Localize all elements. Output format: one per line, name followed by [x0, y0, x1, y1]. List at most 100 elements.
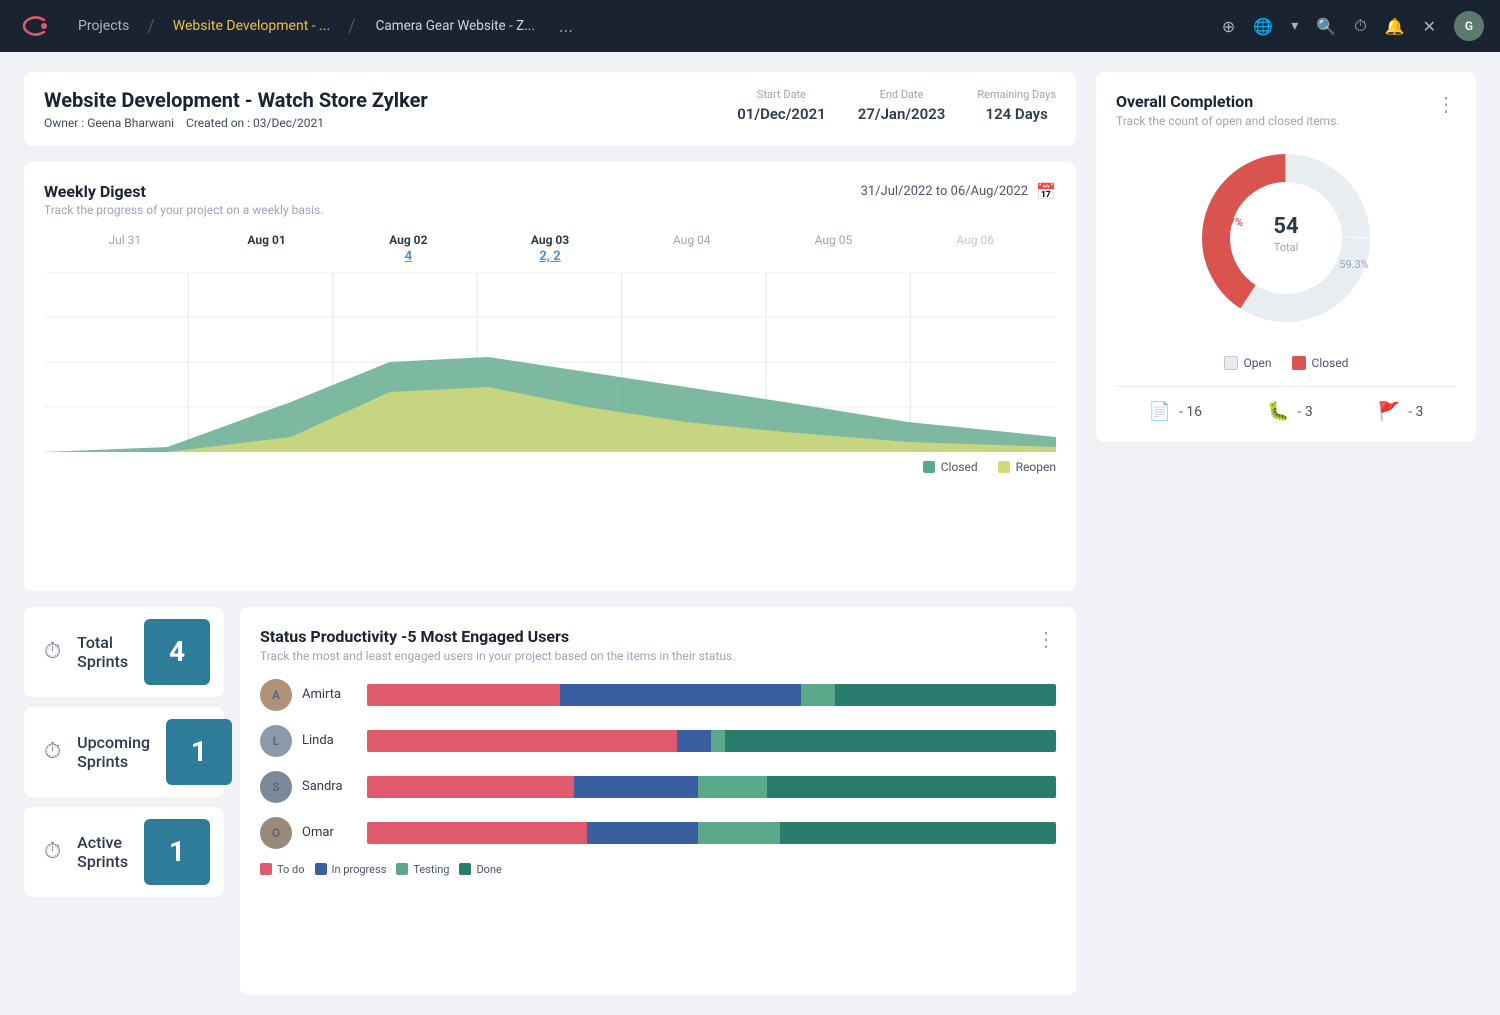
- globe-icon[interactable]: 🌐: [1253, 17, 1273, 36]
- legend-closed: Closed: [923, 460, 978, 474]
- bar-segment: [711, 730, 725, 752]
- productivity-title: Status Productivity -5 Most Engaged User…: [260, 627, 735, 646]
- active-sprints-icon: ⏱: [44, 839, 61, 864]
- add-icon[interactable]: ⊕: [1222, 17, 1235, 36]
- active-sprints-label: Active Sprints: [77, 833, 128, 871]
- prod-legend-item-0: To do: [260, 863, 305, 876]
- sprint-card-active: ⏱ Active Sprints 1: [24, 807, 224, 897]
- bar-segment: [725, 730, 1056, 752]
- user-icon[interactable]: ▾: [1291, 18, 1298, 34]
- bar-segment: [367, 822, 587, 844]
- prod-legend-label-3: Done: [476, 863, 501, 876]
- bar-segment: [587, 822, 697, 844]
- project-title: Website Development - Watch Store Zylker: [44, 88, 428, 112]
- productivity-header: Status Productivity -5 Most Engaged User…: [260, 627, 1056, 663]
- reopen-legend-label: Reopen: [1016, 460, 1056, 474]
- bar-segment: [698, 776, 767, 798]
- search-icon[interactable]: 🔍: [1316, 17, 1336, 36]
- prod-legend-label-0: To do: [277, 863, 305, 876]
- left-column: Website Development - Watch Store Zylker…: [24, 72, 1076, 995]
- stat-flag-icon: 🚩: [1378, 401, 1400, 422]
- owner-name: Geena Bharwani: [87, 116, 174, 130]
- open-label: Open: [1244, 356, 1272, 370]
- user-avatar[interactable]: G: [1454, 11, 1484, 41]
- completion-stats: 📄 - 16 🐛 - 3 🚩 - 3: [1116, 386, 1456, 422]
- end-date-label: End Date: [858, 88, 946, 101]
- stat-doc-icon: 📄: [1149, 401, 1171, 422]
- chart-date-jul31: Jul 31: [54, 233, 196, 264]
- productivity-more-icon[interactable]: ⋮: [1036, 627, 1056, 651]
- nav-tab2[interactable]: Camera Gear Website - Z...: [360, 12, 551, 40]
- bell-icon[interactable]: 🔔: [1385, 17, 1405, 36]
- topnav: Projects / Website Development - ... / C…: [0, 0, 1500, 52]
- legend-reopen: Reopen: [998, 460, 1056, 474]
- stat-3-value: - 3: [1408, 404, 1423, 420]
- chart-date-aug04: Aug 04: [621, 233, 763, 264]
- digest-header: Weekly Digest Track the progress of your…: [44, 182, 1056, 217]
- prod-legend-item-2: Testing: [396, 863, 449, 876]
- completion-subtitle: Track the count of open and closed items…: [1116, 114, 1339, 128]
- start-date-value: 01/Dec/2021: [737, 105, 826, 123]
- created-label: Created on :: [186, 116, 250, 130]
- svg-text:Total: Total: [1274, 241, 1299, 254]
- end-date-value: 27/Jan/2023: [858, 105, 946, 123]
- upcoming-sprints-count: 1: [166, 719, 232, 785]
- sprints-section: ⏱ Total Sprints 4 ⏱ Upcoming Sprints 1 ⏱…: [24, 607, 224, 996]
- sprint-card-upcoming: ⏱ Upcoming Sprints 1: [24, 707, 224, 797]
- bar-segment: [367, 776, 574, 798]
- app-logo[interactable]: [16, 8, 52, 44]
- stat-1-value: - 16: [1179, 404, 1202, 420]
- legend-closed-item: Closed: [1292, 356, 1349, 370]
- chart-svg-container: [44, 272, 1056, 452]
- chart-dates-row: Jul 31 Aug 01 Aug 02 4 Aug 03 2, 2 Aug 0…: [44, 233, 1056, 264]
- svg-text:59.3%: 59.3%: [1339, 258, 1369, 271]
- svg-text:40.7%: 40.7%: [1213, 216, 1243, 229]
- prod-legend-item-1: In progress: [315, 863, 387, 876]
- weekly-digest-card: Weekly Digest Track the progress of your…: [24, 162, 1076, 591]
- user-row-0: AAmirta: [260, 679, 1056, 711]
- prod-legend-label-2: Testing: [413, 863, 449, 876]
- user-avatar-3: O: [260, 817, 292, 849]
- start-date-item: Start Date 01/Dec/2021: [737, 88, 826, 123]
- digest-title: Weekly Digest: [44, 182, 323, 201]
- digest-date-range: 31/Jul/2022 to 06/Aug/2022 📅: [861, 182, 1056, 201]
- main-content: Website Development - Watch Store Zylker…: [0, 52, 1500, 1015]
- timer-icon[interactable]: ⏱: [1354, 16, 1366, 36]
- productivity-chart: AAmirtaLLindaSSandraOOmar To doIn progre…: [260, 679, 1056, 876]
- stat-item-2: 🐛 - 3: [1267, 401, 1313, 422]
- status-productivity-card: Status Productivity -5 Most Engaged User…: [240, 607, 1076, 996]
- user-avatar-1: L: [260, 725, 292, 757]
- weekly-chart-svg: [44, 272, 1056, 452]
- nav-tab1[interactable]: Website Development - ...: [159, 12, 344, 40]
- overall-completion-card: Overall Completion Track the count of op…: [1096, 72, 1476, 442]
- sprint-card-total: ⏱ Total Sprints 4: [24, 607, 224, 697]
- bar-segment: [677, 730, 711, 752]
- start-date-label: Start Date: [737, 88, 826, 101]
- digest-subtitle: Track the progress of your project on a …: [44, 203, 323, 217]
- user-row-1: LLinda: [260, 725, 1056, 757]
- user-bar-1: [367, 730, 1056, 752]
- chart-date-aug05: Aug 05: [763, 233, 905, 264]
- nav-projects[interactable]: Projects: [64, 12, 143, 40]
- chart-date-aug03: Aug 03 2, 2: [479, 233, 621, 264]
- user-row-3: OOmar: [260, 817, 1056, 849]
- remaining-value: 124 Days: [977, 105, 1056, 123]
- stat-item-3: 🚩 - 3: [1378, 401, 1424, 422]
- user-bar-3: [367, 822, 1056, 844]
- project-dates: Start Date 01/Dec/2021 End Date 27/Jan/2…: [737, 88, 1056, 123]
- user-name-0: Amirta: [302, 687, 357, 702]
- total-sprints-count: 4: [144, 619, 210, 685]
- bar-segment: [367, 730, 677, 752]
- completion-header: Overall Completion Track the count of op…: [1116, 92, 1456, 128]
- right-column: Overall Completion Track the count of op…: [1096, 72, 1476, 995]
- close-icon[interactable]: ✕: [1423, 17, 1436, 36]
- calendar-icon[interactable]: 📅: [1036, 182, 1056, 201]
- bar-segment: [767, 776, 1056, 798]
- svg-text:54: 54: [1273, 214, 1299, 239]
- stat-2-value: - 3: [1298, 404, 1313, 420]
- total-sprints-icon: ⏱: [44, 639, 61, 664]
- completion-more-icon[interactable]: ⋮: [1436, 92, 1456, 116]
- active-sprints-count: 1: [144, 819, 210, 885]
- chart-legend: Closed Reopen: [44, 460, 1056, 474]
- nav-more[interactable]: ...: [551, 16, 581, 37]
